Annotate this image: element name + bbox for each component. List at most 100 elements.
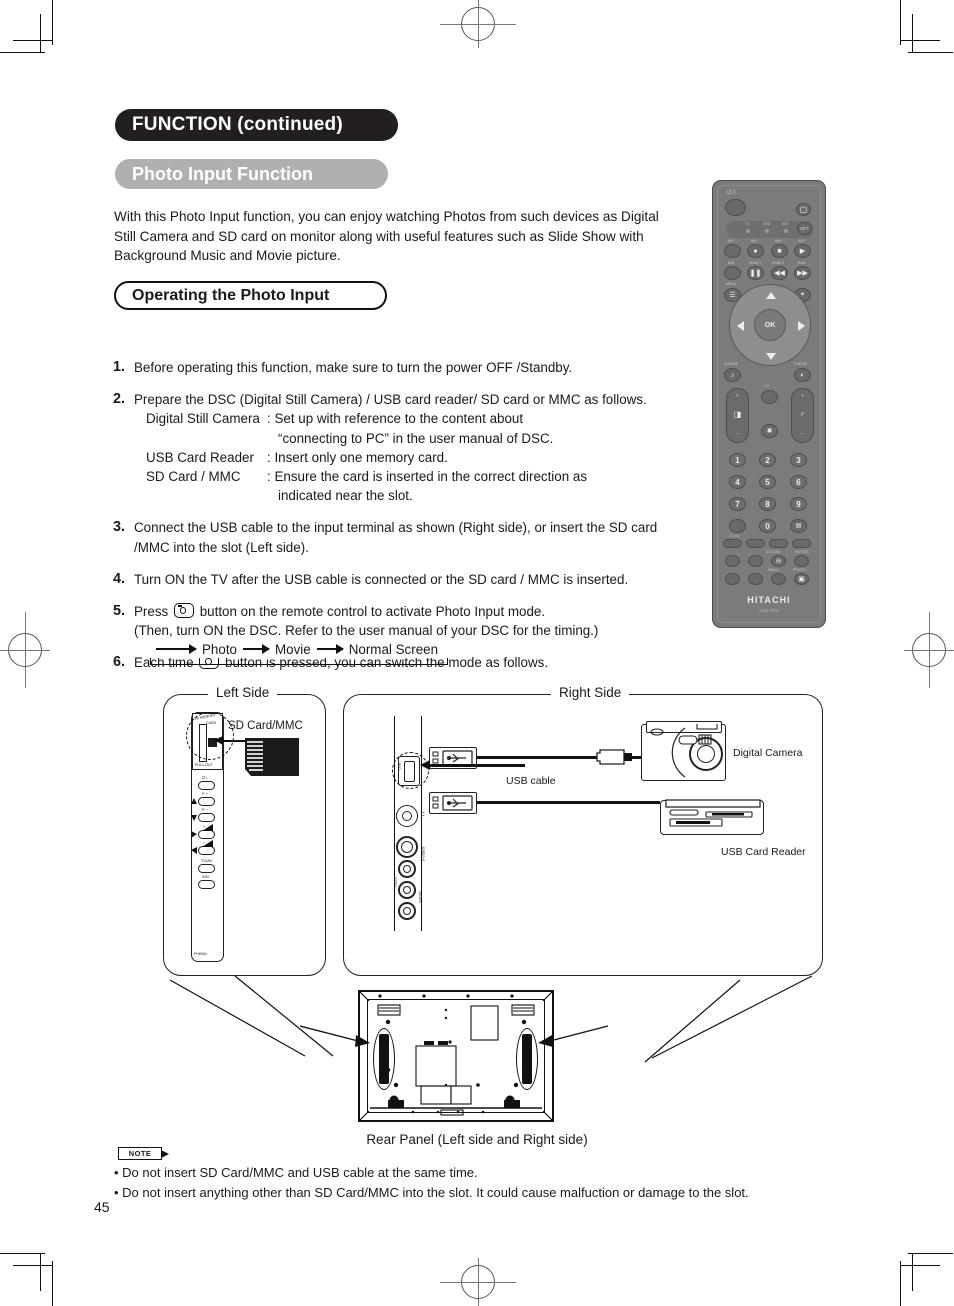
intro-paragraph: With this Photo Input function, you can … [114, 209, 659, 263]
step-number: 6. [113, 654, 126, 671]
step-number: 4. [113, 570, 126, 587]
remote-number-3[interactable]: 3 [790, 453, 807, 467]
crop-mark-tr-h [908, 52, 953, 54]
remote-av5-label: AV5 [728, 261, 735, 265]
crop-mark-bl-h2 [13, 1265, 53, 1267]
remote-d43-button[interactable] [729, 519, 746, 533]
step-4: 4. Turn ON the TV after the USB cable is… [113, 570, 669, 589]
remote-hdmi2-label: HDMI 2 [772, 261, 785, 265]
remote-number-6[interactable]: 6 [790, 475, 807, 489]
side-button-program-down[interactable] [198, 813, 215, 822]
side-button-program-down-label: P − [202, 807, 209, 812]
crop-mark-tr-h2 [900, 40, 940, 42]
flow-item-movie: Movie [272, 641, 314, 657]
remote-d43-label: D-4:3 [730, 534, 739, 538]
contrast-icon: ◐ [800, 371, 805, 379]
step-5: 5. Press button on the remote control to… [113, 602, 669, 640]
remote-tt-reveal-button[interactable] [748, 555, 763, 567]
remote-av1-label: AV1 [728, 239, 735, 243]
step-text: Before operating this function, make sur… [134, 360, 573, 375]
tv-left-port [379, 1034, 389, 1084]
remote-av4-label: AV4 [798, 239, 805, 243]
dpad-left-icon[interactable] [737, 321, 744, 331]
side-up-arrow-icon [191, 798, 197, 804]
rear-left-arrow [300, 1025, 370, 1047]
detail-key: USB Card Reader [146, 449, 254, 465]
dpad-down-icon[interactable] [766, 353, 776, 360]
steps-list: 1. Before operating this function, make … [113, 358, 669, 679]
right-side-video-label: C [421, 812, 425, 818]
step-2-details: Digital Still Camera : Set up with refer… [134, 409, 669, 505]
mute-icon: ✖ [766, 427, 773, 435]
crop-mark-tl-v2 [40, 14, 42, 52]
remote-subtitle-button[interactable] [725, 573, 740, 585]
remote-number-5[interactable]: 5 [759, 475, 776, 489]
remote-small-label: SMALL [768, 568, 780, 572]
crop-mark-tl-v [52, 0, 54, 45]
remote-number-4[interactable]: 4 [729, 475, 746, 489]
volume-minus-label: – [736, 431, 739, 437]
remote-dzoom-label: D.ZOOM [766, 550, 781, 554]
side-button-standby-label: S/N [202, 874, 209, 879]
volume-up-icon [202, 824, 213, 831]
remote-number-2[interactable]: 2 [759, 453, 776, 467]
remote-smode-label: S.MODE [724, 362, 738, 366]
remote-dpad[interactable]: OK [729, 284, 811, 366]
step-number: 3. [113, 519, 126, 536]
crop-mark-bl-v2 [40, 1253, 42, 1291]
remote-number-1[interactable]: 1 [729, 453, 746, 467]
remote-hdmi1-label: HDMI 1 [749, 261, 762, 265]
remote-color-blue-button[interactable] [792, 539, 811, 548]
remote-ok-button[interactable]: OK [754, 309, 786, 341]
remote-hold-button[interactable] [748, 573, 763, 585]
volume-plus-label: + [736, 393, 740, 399]
step-text: Turn ON the TV after the USB cable is co… [134, 571, 629, 587]
rear-panel-caption: Rear Panel (Left side and Right side) [366, 1132, 588, 1147]
detail-row: “connecting to PC” in the user manual of… [134, 429, 669, 448]
step-number: 5. [113, 603, 126, 620]
crop-mark-bl-h [0, 1253, 45, 1255]
crop-mark-tl-h2 [13, 40, 53, 42]
right-side-audio-label: AUDIO [418, 891, 423, 903]
remote-rotate-button[interactable] [794, 555, 809, 567]
remote-tt-index-button[interactable] [725, 555, 740, 567]
remote-set-label: SET [800, 226, 809, 231]
right-side-input-label: VIDEO [393, 876, 398, 888]
remote-color-green-button[interactable] [746, 539, 765, 548]
side-button-tv-av[interactable] [198, 864, 215, 873]
remote-av1-button[interactable] [724, 244, 741, 258]
remote-number-9[interactable]: 9 [790, 497, 807, 511]
step-3: 3. Connect the USB cable to the input te… [113, 518, 669, 556]
flow-arrow [156, 644, 197, 654]
crop-mark-br-h [908, 1253, 953, 1255]
side-button-program-up[interactable] [198, 797, 215, 806]
usb-card-reader-detail [665, 799, 761, 827]
camera-icon: ▣ [798, 575, 805, 583]
step-text: Prepare the DSC (Digital Still Camera) /… [134, 392, 647, 408]
remote-small-button[interactable] [771, 573, 786, 585]
detail-row: Digital Still Camera : Set up with refer… [134, 409, 669, 428]
remote-number-0[interactable]: 0 [759, 519, 776, 533]
side-button-power[interactable] [198, 781, 215, 790]
dpad-up-icon[interactable] [766, 292, 776, 299]
remote-av2-label: AV2 [751, 239, 758, 243]
right-side-label: Right Side [551, 685, 630, 700]
remote-color-red-button[interactable] [723, 539, 742, 548]
detail-value: indicated near the slot. [278, 488, 413, 504]
dpad-right-icon[interactable] [798, 321, 805, 331]
remote-source-dvd-label: DVD [763, 222, 771, 226]
remote-number-8[interactable]: 8 [759, 497, 776, 511]
side-button-standby[interactable] [198, 880, 215, 889]
note-line-1: • Do not insert SD Card/MMC and USB cabl… [114, 1165, 478, 1180]
remote-brand: HITACHI [747, 595, 791, 605]
remote-number-7[interactable]: 7 [729, 497, 746, 511]
volume-down-icon [202, 840, 213, 847]
remote-color-yellow-button[interactable] [769, 539, 788, 548]
remote-aspect-button[interactable] [761, 390, 778, 404]
side-left-arrow-icon [191, 847, 197, 854]
remote-photo-label: PHOTO [793, 568, 806, 572]
remote-ratio-label: 1:1 [764, 384, 770, 388]
flow-arrow [316, 644, 344, 654]
remote-power-button[interactable] [725, 199, 746, 216]
remote-av5-button[interactable] [724, 266, 741, 280]
